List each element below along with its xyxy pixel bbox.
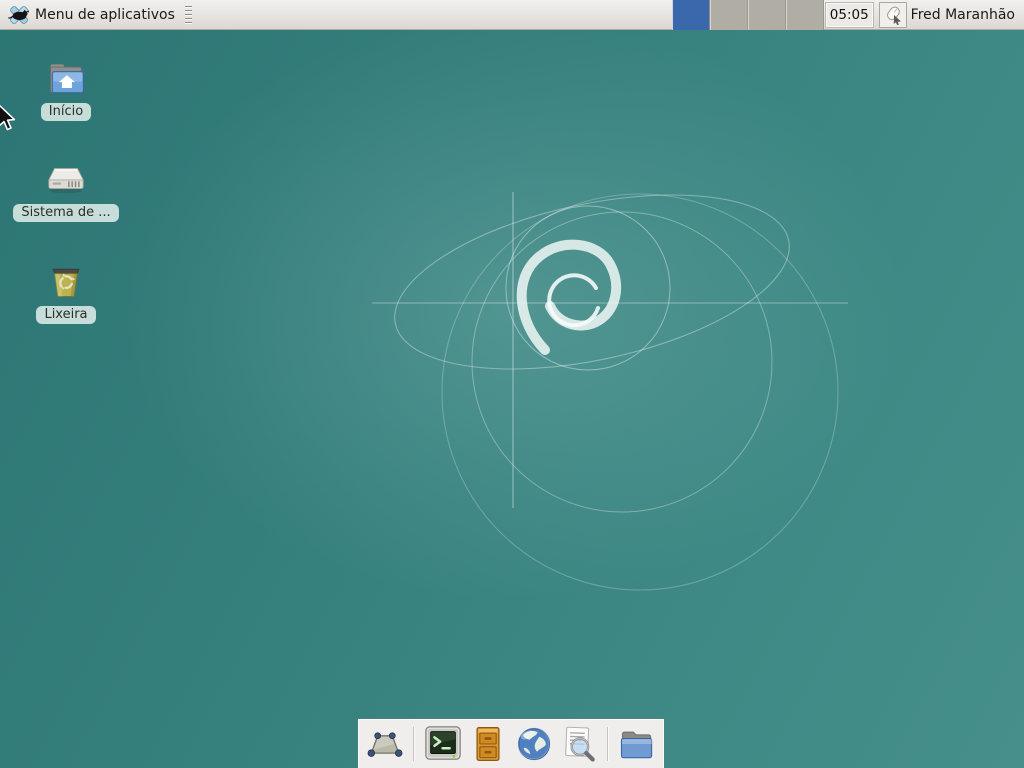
xfce-mouse-logo-icon [8, 4, 30, 26]
web-browser-launcher[interactable] [513, 722, 554, 766]
workspace-switcher [672, 0, 824, 30]
show-desktop-icon [364, 724, 406, 764]
username-label: Fred Maranhão [911, 7, 1024, 23]
file-manager-launcher[interactable] [616, 722, 658, 766]
clock-time: 05:05 [830, 7, 869, 23]
applications-menu-button[interactable]: Menu de aplicativos [0, 0, 181, 30]
file-manager-folder-icon [616, 724, 658, 764]
applications-menu-label: Menu de aplicativos [35, 7, 175, 23]
file-cabinet-icon [468, 724, 508, 764]
home-folder-icon [44, 58, 88, 98]
desktop-wallpaper [0, 0, 1024, 768]
mouse-cursor [0, 103, 18, 133]
workspace-4[interactable] [786, 0, 824, 30]
terminal-launcher[interactable] [422, 722, 464, 766]
bottom-dock-panel [358, 719, 664, 768]
show-desktop-button[interactable] [364, 722, 406, 766]
mouse-device-icon [883, 5, 903, 25]
panel-clock[interactable]: 05:05 [826, 3, 873, 27]
application-finder-launcher[interactable] [558, 722, 600, 766]
web-browser-globe-icon [514, 724, 554, 764]
panel-drag-handle[interactable] [181, 0, 196, 30]
workspace-1[interactable] [672, 0, 710, 30]
application-finder-icon [558, 724, 600, 764]
user-switcher-button[interactable] [879, 2, 907, 28]
workspace-3[interactable] [748, 0, 786, 30]
desktop-icon-home[interactable]: Início [14, 58, 118, 121]
desktop-icon-trash[interactable]: Lixeira [14, 261, 118, 324]
filesystem-drive-icon [43, 159, 89, 199]
trash-icon [46, 261, 86, 301]
workspace-2[interactable] [710, 0, 748, 30]
terminal-icon [422, 724, 464, 764]
file-cabinet-launcher[interactable] [468, 722, 509, 766]
desktop-icon-label: Lixeira [36, 306, 95, 324]
desktop-icon-label: Início [41, 103, 91, 121]
top-panel: Menu de aplicativos 05:05 Fred Maranhão [0, 0, 1024, 30]
desktop-icon-label: Sistema de ... [13, 204, 118, 222]
dock-separator [607, 727, 609, 761]
debian-swirl-wallpaper-art [0, 0, 1024, 768]
desktop-icon-filesystem[interactable]: Sistema de ... [14, 159, 118, 222]
dock-separator [413, 727, 415, 761]
